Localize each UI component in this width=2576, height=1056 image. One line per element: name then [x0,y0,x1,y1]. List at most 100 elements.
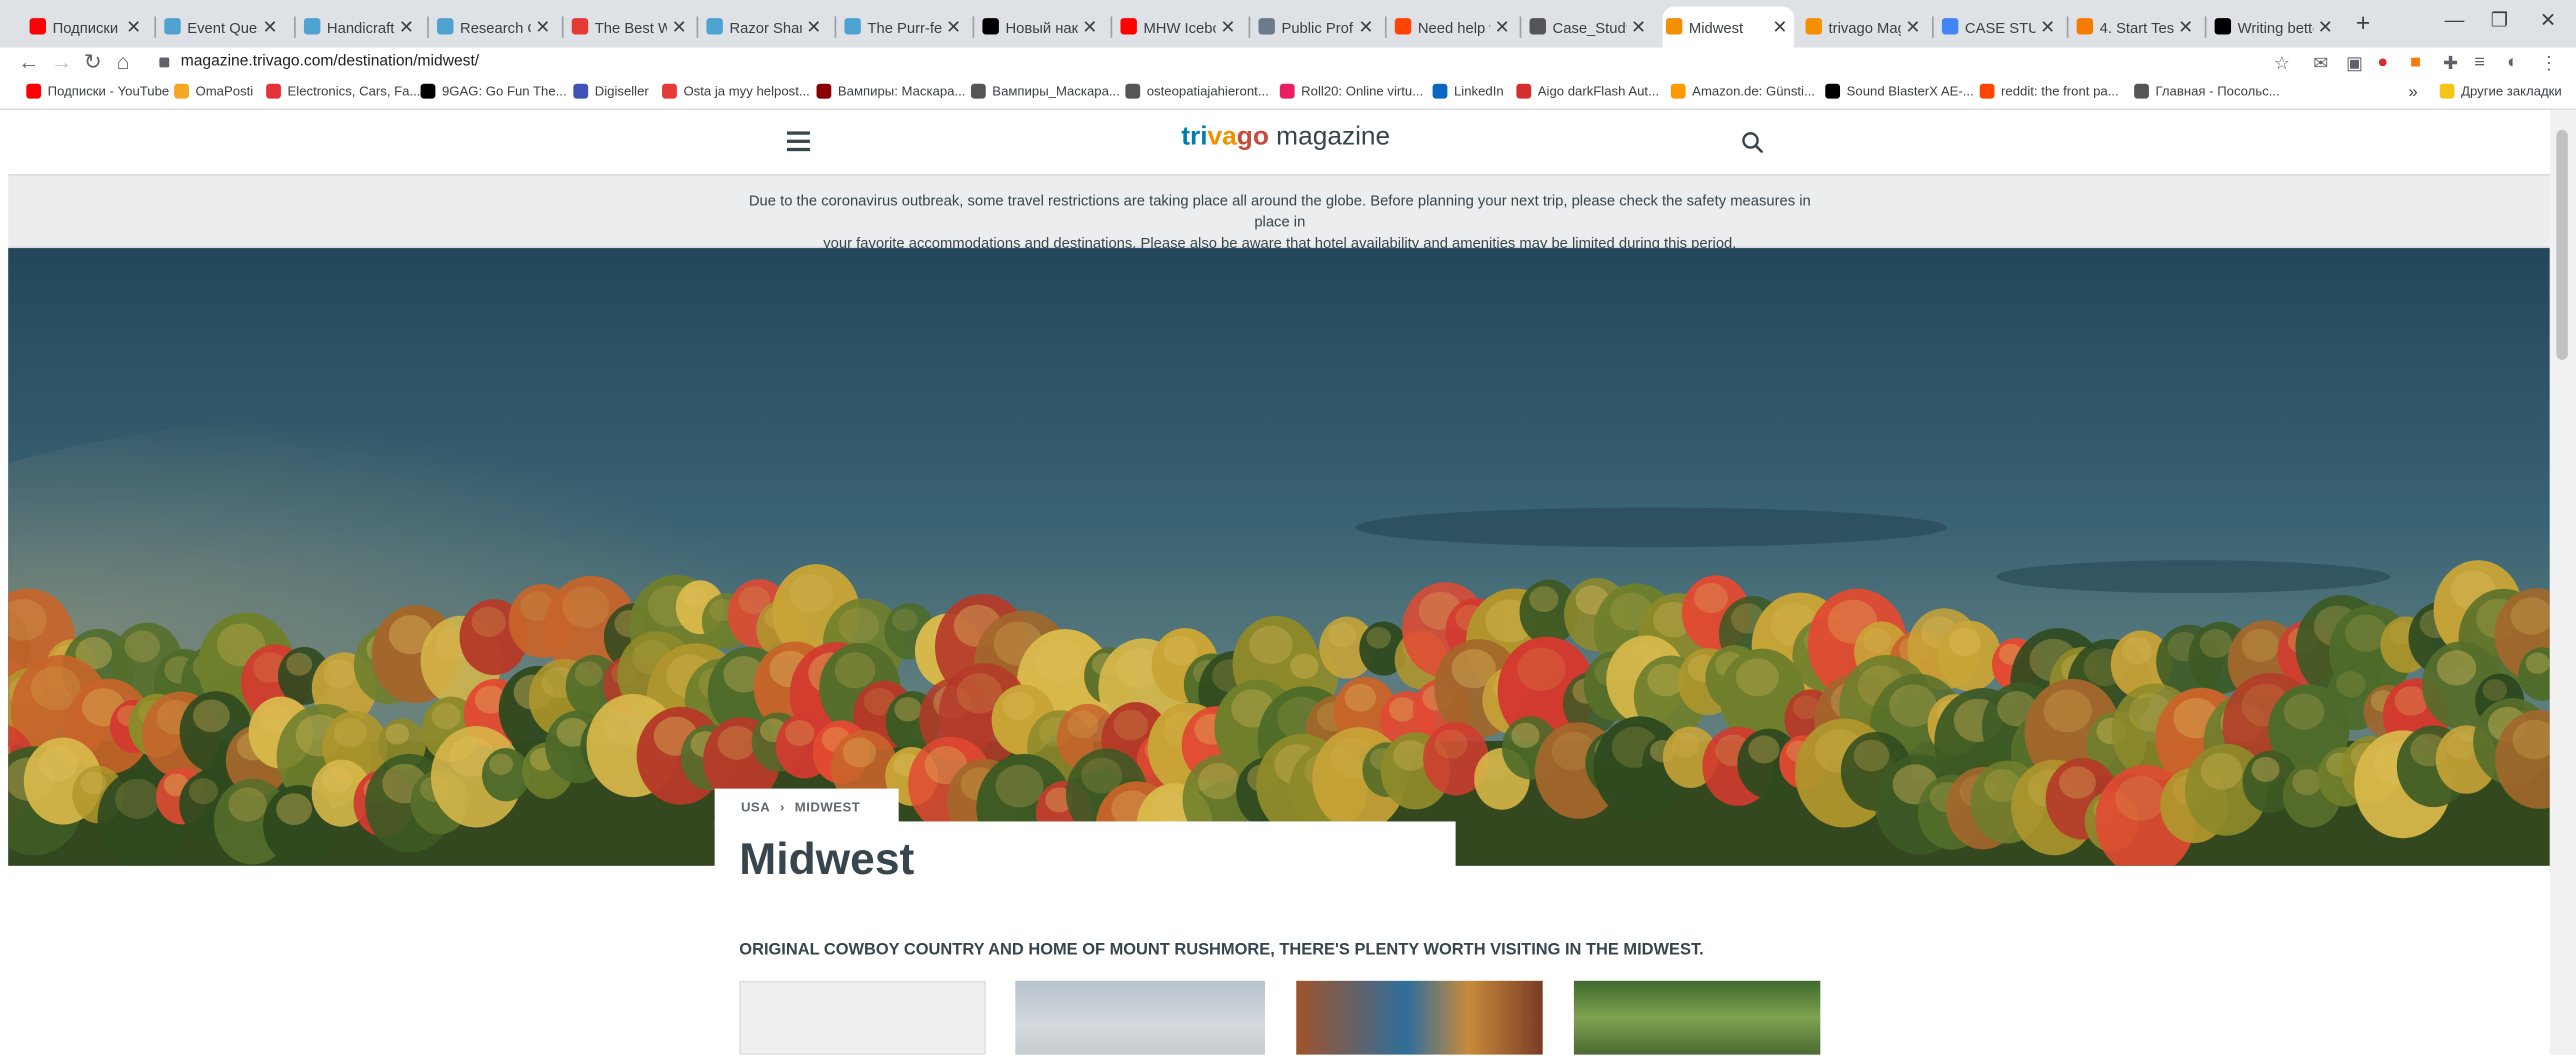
forward-button[interactable]: → [51,49,72,74]
browser-tab[interactable]: The Best Weapons ✕ [568,7,693,48]
tab-close-icon[interactable]: ✕ [1220,16,1235,38]
article-card-2[interactable] [1015,980,1266,1055]
tab-close-icon[interactable]: ✕ [1772,16,1787,38]
breadcrumb-usa[interactable]: USA [741,800,770,815]
bookmark-item[interactable]: Вампиры_Маскара... [970,83,1120,99]
bookmark-item[interactable]: OmaPosti [174,83,253,99]
menu-kebab-icon[interactable]: ⋮ [2540,53,2558,74]
restore-button[interactable]: ❐ [2491,8,2509,31]
bookmark-item[interactable]: osteopatiajahieront... [1125,83,1269,99]
tab-favicon-icon [1941,18,1959,35]
browser-tab[interactable]: 4. Start Test R✕ [2073,7,2200,48]
other-bookmarks[interactable]: Другие закладки [2439,83,2562,99]
back-button[interactable]: ← [18,49,39,74]
tab-close-icon[interactable]: ✕ [1495,16,1510,38]
bookmark-item[interactable]: Electronics, Cars, Fa... [266,83,420,99]
tab-close-icon[interactable]: ✕ [2178,16,2193,38]
article-card-4[interactable] [1573,980,1821,1055]
tab-label: Need help with [1417,18,1490,36]
tab-close-icon[interactable]: ✕ [806,16,821,38]
new-tab-button[interactable]: + [2356,10,2370,38]
tab-close-icon[interactable]: ✕ [263,16,278,38]
tab-close-icon[interactable]: ✕ [1358,16,1373,38]
bookmark-item[interactable]: Aigo darkFlash Aut... [1516,83,1659,99]
bookmark-item[interactable]: Amazon.de: Günsti... [1670,83,1815,99]
tab-favicon-icon [1394,18,1412,35]
bookmark-item[interactable]: Digiseller [573,83,649,99]
tab-close-icon[interactable]: ✕ [946,16,961,38]
browser-tab[interactable]: Новый наказ ✕ [979,7,1104,48]
reload-button[interactable]: ↻ [84,49,102,75]
bookmark-favicon-icon [174,83,189,99]
home-button[interactable]: ⌂ [117,49,130,74]
browser-tab[interactable]: Midwest ✕ [1662,6,1795,48]
tab-favicon-icon [1529,18,1546,35]
search-icon[interactable] [1741,131,1763,153]
bookmark-item[interactable]: Osta ja myy helpost... [662,83,810,99]
tab-separator [696,16,699,38]
hamburger-menu-icon[interactable] [786,131,810,152]
rss-extension-icon[interactable]: ■ [2410,53,2421,73]
tab-close-icon[interactable]: ✕ [2318,16,2333,38]
tab-close-icon[interactable]: ✕ [672,16,687,38]
profile-avatar-icon[interactable]: ◐ [2507,53,2518,73]
browser-tab[interactable]: CASE STUDY ✕ [1939,7,2062,48]
bookmark-item[interactable]: LinkedIn [1432,83,1504,99]
bookmark-label: LinkedIn [1453,83,1504,99]
bookmark-item[interactable]: Вампиры: Маскара... [816,83,965,99]
puzzle-extensions-icon[interactable]: ✚ [2443,53,2458,74]
tab-close-icon[interactable]: ✕ [2040,16,2055,38]
tab-close-icon[interactable]: ✕ [126,16,141,38]
bookmark-item[interactable]: 9GAG: Go Fun The... [420,83,567,99]
browser-tab[interactable]: Public Profile ✕ [1255,7,1380,48]
bookmark-item[interactable]: Roll20: Online virtu... [1279,83,1423,99]
browser-tab[interactable]: The Purr-fect Pets ✕ [841,7,968,48]
article-card-1[interactable] [739,980,986,1055]
tab-favicon-icon [303,18,321,35]
bookmarks-overflow-icon[interactable]: » [2408,84,2417,102]
scrollbar-thumb[interactable] [2556,129,2568,360]
minimize-button[interactable]: — [2445,8,2465,31]
bookmark-item[interactable]: reddit: the front pa... [1979,83,2119,99]
tab-label: Midwest [1688,18,1744,36]
browser-tab[interactable]: Event Questions ✕ [161,7,284,48]
bookmark-item[interactable]: Подписки - YouTube [26,83,169,99]
tab-close-icon[interactable]: ✕ [399,16,414,38]
bookmark-label: Главная - Посольс... [2155,83,2280,99]
tab-close-icon[interactable]: ✕ [1905,16,1920,38]
reading-list-icon[interactable]: ≡ [2474,53,2485,73]
browser-tab[interactable]: Case_Study_1✕ [1526,7,1653,48]
tab-close-icon[interactable]: ✕ [535,16,550,38]
tab-label: Подписки - YouTube [52,18,122,36]
tab-close-icon[interactable]: ✕ [1082,16,1097,38]
browser-tab[interactable]: Razor Sharp Reviews ✕ [703,7,828,48]
lock-icon[interactable] [159,57,170,68]
bookmark-favicon-icon [1670,83,1686,99]
extension-icon[interactable]: ▣ [2346,53,2363,74]
browser-tab[interactable]: Writing better ✕ [2211,7,2339,48]
browser-tab[interactable]: MHW Iceborne ✕ [1117,7,1242,48]
trivago-magazine-logo[interactable]: trivago magazine [1181,123,1390,153]
tab-close-icon[interactable]: ✕ [1631,16,1646,38]
browser-tab[interactable]: Подписки - YouTube✕ [26,7,148,48]
page-scrollbar[interactable] [2549,110,2576,1055]
browser-tab[interactable]: Research Corner ✕ [434,7,557,48]
close-window-button[interactable]: ✕ [2540,8,2557,31]
article-card-3[interactable] [1296,980,1543,1055]
browser-tab[interactable]: Handicraft Clubs ✕ [301,7,421,48]
bookmark-favicon-icon [662,83,677,99]
adblock-extension-icon[interactable]: ● [2377,53,2388,73]
bookmark-item[interactable]: Sound BlasterX AE-... [1825,83,1974,99]
bookmarks-bar: Подписки - YouTube OmaPosti Electronics, C… [0,78,2576,111]
breadcrumb-midwest[interactable]: MIDWEST [795,800,861,815]
browser-tab[interactable]: Need help with ✕ [1392,7,1517,48]
browser-tab[interactable]: trivago Magazine✕ [1802,7,1927,48]
bookmark-item[interactable]: Главная - Посольс... [2134,83,2280,99]
bookmark-star-icon[interactable]: ☆ [2274,53,2290,74]
mail-extension-icon[interactable]: ✉ [2313,53,2328,74]
browser-toolbar: ← → ↻ ⌂ magazine.trivago.com/destination… [0,47,2576,79]
tab-separator [1519,16,1522,38]
bookmark-favicon-icon [420,83,436,99]
tab-label: The Purr-fect Pets [867,18,941,36]
address-bar[interactable]: magazine.trivago.com/destination/midwest… [181,53,479,71]
